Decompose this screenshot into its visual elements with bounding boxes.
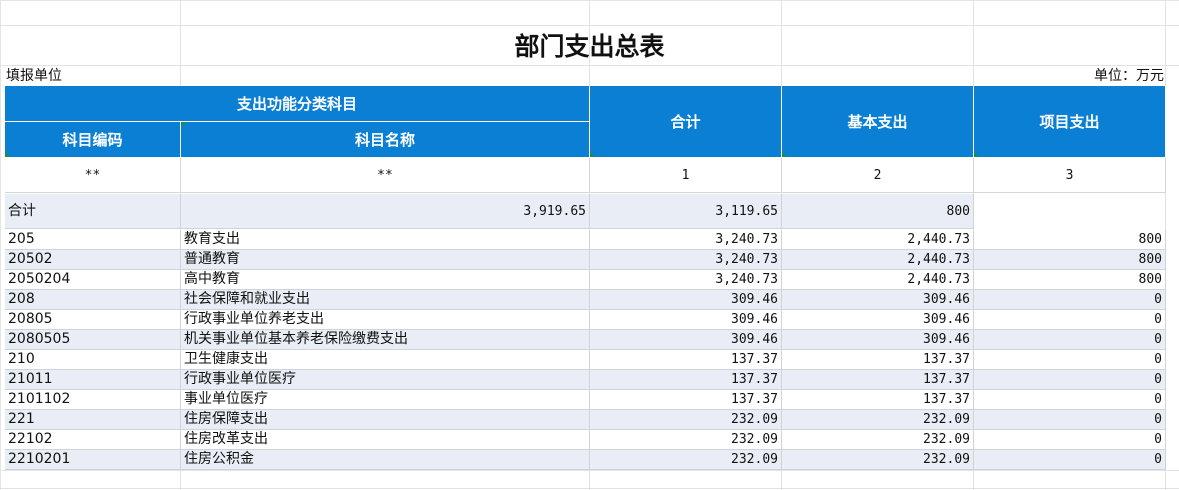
table-row: 20805 行政事业单位养老支出 309.46 309.46 0: [0, 310, 1166, 330]
table-row: 205 教育支出 3,240.73 2,440.73 800: [0, 230, 1166, 250]
table-row: 22102 住房改革支出 232.09 232.09 0: [0, 430, 1166, 450]
header-basic-label: 基本支出: [847, 113, 908, 131]
table-row: 21011 行政事业单位医疗 137.37 137.37 0: [0, 370, 1166, 390]
cell-name[interactable]: 普通教育: [181, 250, 590, 270]
cell-basic[interactable]: 309.46: [782, 330, 974, 350]
table-row: 20502 普通教育 3,240.73 2,440.73 800: [0, 250, 1166, 270]
cell-basic[interactable]: 137.37: [782, 370, 974, 390]
cell-project[interactable]: 800: [974, 270, 1166, 290]
cell-total[interactable]: 232.09: [590, 410, 782, 430]
cell-code[interactable]: 208: [5, 290, 181, 310]
header-total-label: 合计: [670, 113, 701, 131]
page-title: 部门支出总表: [514, 32, 665, 61]
cell-name[interactable]: 机关事业单位基本养老保险缴费支出: [181, 330, 590, 350]
cell-code[interactable]: 221: [5, 410, 181, 430]
total-row-project[interactable]: 800: [782, 194, 974, 229]
table-row: 2101102 事业单位医疗 137.37 137.37 0: [0, 390, 1166, 410]
cell-project[interactable]: 0: [974, 450, 1166, 470]
cell-name[interactable]: 行政事业单位养老支出: [181, 310, 590, 330]
cell-project[interactable]: 0: [974, 350, 1166, 370]
cell-code[interactable]: 2080505: [5, 330, 181, 350]
grid-line: [0, 488, 1179, 489]
cell-basic[interactable]: 137.37: [782, 350, 974, 370]
cell-name[interactable]: 行政事业单位医疗: [181, 370, 590, 390]
cell-basic[interactable]: 232.09: [782, 450, 974, 470]
fill-unit-label: 填报单位: [6, 68, 62, 84]
cell-basic[interactable]: 2,440.73: [782, 230, 974, 250]
cell-total[interactable]: 3,240.73: [590, 250, 782, 270]
header-subject-name[interactable]: 科目名称: [181, 122, 590, 158]
cell-basic[interactable]: 309.46: [782, 290, 974, 310]
cell-project[interactable]: 0: [974, 310, 1166, 330]
index-cell-code[interactable]: **: [5, 158, 181, 193]
header-group-subject[interactable]: 支出功能分类科目: [5, 86, 590, 122]
cell-project[interactable]: 0: [974, 290, 1166, 310]
header-subject-code-label: 科目编码: [62, 131, 123, 149]
cell-project[interactable]: 0: [974, 410, 1166, 430]
table-row: 210 卫生健康支出 137.37 137.37 0: [0, 350, 1166, 370]
header-total[interactable]: 合计: [590, 86, 782, 158]
cell-name[interactable]: 教育支出: [181, 230, 590, 250]
table-row: 2080505 机关事业单位基本养老保险缴费支出 309.46 309.46 0: [0, 330, 1166, 350]
index-cell-name[interactable]: **: [181, 158, 590, 193]
cell-code[interactable]: 210: [5, 350, 181, 370]
table-row: 221 住房保障支出 232.09 232.09 0: [0, 410, 1166, 430]
cell-project[interactable]: 800: [974, 250, 1166, 270]
cell-name[interactable]: 卫生健康支出: [181, 350, 590, 370]
cell-project[interactable]: 0: [974, 430, 1166, 450]
cell-total[interactable]: 137.37: [590, 370, 782, 390]
header-subject-code[interactable]: 科目编码: [5, 122, 181, 158]
cell-basic[interactable]: 309.46: [782, 310, 974, 330]
cell-name[interactable]: 住房公积金: [181, 450, 590, 470]
table-row: 2210201 住房公积金 232.09 232.09 0: [0, 450, 1166, 470]
total-row-label[interactable]: 合计: [5, 194, 181, 229]
cell-code[interactable]: 2050204: [5, 270, 181, 290]
cell-total[interactable]: 232.09: [590, 450, 782, 470]
cell-total[interactable]: 309.46: [590, 330, 782, 350]
cell-name[interactable]: 高中教育: [181, 270, 590, 290]
cell-name[interactable]: 事业单位医疗: [181, 390, 590, 410]
cell-basic[interactable]: 137.37: [782, 390, 974, 410]
cell-code[interactable]: 20502: [5, 250, 181, 270]
cell-project[interactable]: 800: [974, 230, 1166, 250]
table-row: 2050204 高中教育 3,240.73 2,440.73 800: [0, 270, 1166, 290]
cell-total[interactable]: 137.37: [590, 350, 782, 370]
header-subject-name-label: 科目名称: [354, 131, 415, 149]
cell-name[interactable]: 住房改革支出: [181, 430, 590, 450]
cell-project[interactable]: 0: [974, 370, 1166, 390]
cell-name[interactable]: 社会保障和就业支出: [181, 290, 590, 310]
index-cell-basic[interactable]: 2: [782, 158, 974, 193]
cell-basic[interactable]: 232.09: [782, 410, 974, 430]
table-row: 208 社会保障和就业支出 309.46 309.46 0: [0, 290, 1166, 310]
cell-code[interactable]: 22102: [5, 430, 181, 450]
index-cell-project[interactable]: 3: [974, 158, 1166, 193]
cell-code[interactable]: 2210201: [5, 450, 181, 470]
cell-code[interactable]: 20805: [5, 310, 181, 330]
cell-basic[interactable]: 2,440.73: [782, 270, 974, 290]
cell-total[interactable]: 3,240.73: [590, 270, 782, 290]
header-project-label: 项目支出: [1039, 113, 1100, 131]
cell-name[interactable]: 住房保障支出: [181, 410, 590, 430]
header-project[interactable]: 项目支出: [974, 86, 1166, 158]
cell-code[interactable]: 2101102: [5, 390, 181, 410]
cell-project[interactable]: 0: [974, 390, 1166, 410]
cell-project[interactable]: 0: [974, 330, 1166, 350]
grid-line: [0, 470, 1179, 471]
cell-total[interactable]: 309.46: [590, 310, 782, 330]
cell-total[interactable]: 309.46: [590, 290, 782, 310]
cell-code[interactable]: 205: [5, 230, 181, 250]
header-group-subject-label: 支出功能分类科目: [236, 95, 357, 113]
cell-basic[interactable]: 2,440.73: [782, 250, 974, 270]
total-row-basic[interactable]: 3,119.65: [590, 194, 782, 229]
cell-code[interactable]: 21011: [5, 370, 181, 390]
cell-total[interactable]: 3,240.73: [590, 230, 782, 250]
grid-line: [0, 25, 1179, 26]
unit-label: 单位：万元: [1094, 68, 1164, 84]
cell-total[interactable]: 137.37: [590, 390, 782, 410]
cell-basic[interactable]: 232.09: [782, 430, 974, 450]
index-cell-total[interactable]: 1: [590, 158, 782, 193]
total-row-total[interactable]: 3,919.65: [181, 194, 590, 229]
cell-total[interactable]: 232.09: [590, 430, 782, 450]
header-basic[interactable]: 基本支出: [782, 86, 974, 158]
